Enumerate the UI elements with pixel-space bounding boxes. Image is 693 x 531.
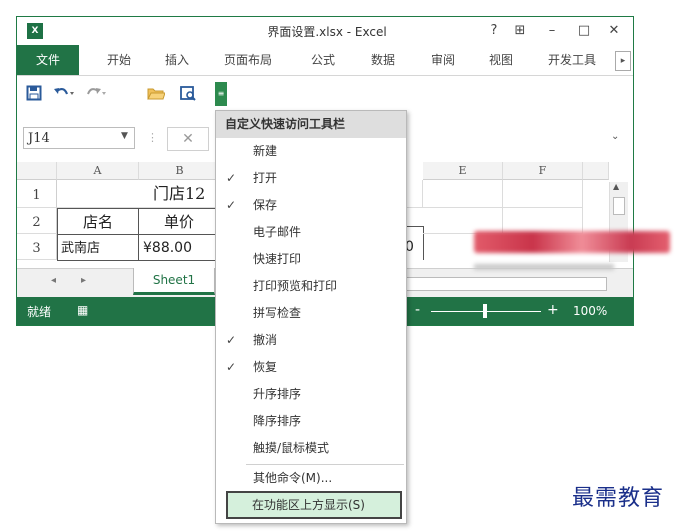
tab-formulas[interactable]: 公式 — [299, 45, 347, 75]
checkmark-icon: ✓ — [226, 171, 237, 185]
tab-file[interactable]: 文件 — [17, 45, 79, 75]
menu-item-label: 电子邮件 — [253, 225, 302, 239]
menu-item-label: 打开 — [253, 171, 278, 185]
column-header-g[interactable] — [583, 162, 609, 180]
tab-data[interactable]: 数据 — [359, 45, 407, 75]
menu-item-quick-print[interactable]: 快速打印 — [216, 246, 406, 273]
brand-watermark: 最需教育 — [572, 486, 665, 511]
cell-e1[interactable] — [423, 180, 503, 208]
sheet-prev-icon[interactable]: ◂ — [51, 275, 56, 286]
scroll-up-icon[interactable]: ▲ — [613, 182, 619, 191]
tab-scroll-right-icon[interactable]: ▸ — [615, 51, 631, 71]
checkmark-icon: ✓ — [226, 360, 237, 374]
tab-developer[interactable]: 开发工具 — [537, 45, 607, 75]
menu-item-sort-ascending[interactable]: 升序排序 — [216, 381, 406, 408]
folder-icon[interactable] — [145, 85, 167, 105]
cancel-entry-button[interactable]: ✕ — [167, 127, 209, 151]
menu-separator — [246, 464, 404, 465]
cell-b2[interactable]: 单价 — [138, 208, 220, 235]
expand-formula-bar-icon[interactable]: ⌄ — [611, 131, 619, 142]
customize-dropdown-icon[interactable]: ≡ — [215, 82, 227, 106]
floppy-icon[interactable] — [23, 85, 45, 105]
select-all-corner[interactable] — [17, 162, 57, 180]
checkmark-icon: ✓ — [226, 198, 237, 212]
menu-item-touch-mouse-mode[interactable]: 触摸/鼠标模式 — [216, 435, 406, 462]
cell-b3[interactable]: ¥88.00 — [138, 234, 220, 261]
menu-item-label: 升序排序 — [253, 387, 302, 401]
menu-item-spelling[interactable]: 拼写检查 — [216, 300, 406, 327]
maximize-button[interactable]: □ — [573, 21, 595, 41]
cell-f1[interactable] — [503, 180, 583, 208]
menu-item-label: 其他命令(M)... — [253, 471, 333, 485]
row-header-1[interactable]: 1 — [17, 180, 57, 208]
name-box-dropdown-icon[interactable]: ▼ — [121, 131, 128, 141]
tab-view[interactable]: 视图 — [477, 45, 525, 75]
menu-item-more-commands[interactable]: 其他命令(M)... — [216, 465, 406, 492]
column-header-e[interactable]: E — [423, 162, 503, 180]
zoom-level[interactable]: 100% — [573, 304, 607, 318]
menu-item-sort-descending[interactable]: 降序排序 — [216, 408, 406, 435]
checkmark-icon: ✓ — [226, 333, 237, 347]
customize-qat-menu: 自定义快速访问工具栏 新建 ✓ 打开 ✓ 保存电子邮件快速打印打印预览和打印 拼写检查 ✓ 撤… — [215, 110, 407, 524]
blurred-watermark-line — [474, 264, 614, 270]
cell-d3[interactable]: 0 — [405, 234, 423, 261]
row-header-2[interactable]: 2 — [17, 208, 57, 234]
menu-item-label: 恢复 — [253, 360, 278, 374]
menu-item-undo[interactable]: ✓ 撤消 — [216, 327, 406, 354]
excel-logo-icon: X — [27, 23, 43, 39]
zoom-out-button[interactable]: - — [415, 302, 420, 318]
menu-item-label: 降序排序 — [253, 414, 302, 428]
macro-record-icon[interactable]: ▦ — [77, 303, 88, 317]
menu-item-label: 保存 — [253, 198, 278, 212]
column-header-a[interactable]: A — [57, 162, 139, 180]
menu-item-label: 拼写检查 — [253, 306, 302, 320]
cell-a2[interactable]: 店名 — [57, 208, 139, 235]
formula-bar-grip-icon: ⋮ — [147, 131, 158, 144]
print-preview-icon[interactable] — [177, 85, 199, 105]
tab-page-layout[interactable]: 页面布局 — [213, 45, 283, 75]
zoom-slider-thumb[interactable] — [482, 304, 487, 318]
quick-access-toolbar — [17, 77, 633, 113]
menu-item-label: 在功能区上方显示(S) — [252, 498, 365, 512]
minimize-button[interactable]: – — [541, 21, 563, 41]
zoom-in-button[interactable]: + — [547, 302, 559, 318]
title-bar: X 界面设置.xlsx - Excel ? ⊞ – □ ✕ — [17, 17, 633, 45]
close-button[interactable]: ✕ — [603, 21, 625, 41]
menu-header: 自定义快速访问工具栏 — [216, 111, 406, 138]
window-title: 界面设置.xlsx - Excel — [267, 25, 387, 39]
cell-title-text: 门店12 — [153, 184, 206, 203]
column-header-b[interactable]: B — [139, 162, 221, 180]
vertical-scroll-thumb[interactable] — [613, 197, 625, 215]
row-header-3[interactable]: 3 — [17, 234, 57, 260]
menu-item-show-above-ribbon[interactable]: 在功能区上方显示(S) — [226, 491, 402, 519]
menu-item-save[interactable]: ✓ 保存 — [216, 192, 406, 219]
horizontal-scrollbar[interactable] — [405, 277, 607, 291]
name-box[interactable]: J14 — [23, 127, 135, 149]
sheet-tab-sheet1[interactable]: Sheet1 — [133, 268, 215, 295]
ribbon-display-options-button[interactable]: ⊞ — [509, 21, 531, 41]
help-button[interactable]: ? — [483, 21, 505, 41]
redo-icon[interactable] — [85, 85, 107, 105]
menu-item-new[interactable]: 新建 — [216, 138, 406, 165]
column-header-f[interactable]: F — [503, 162, 583, 180]
undo-icon[interactable] — [53, 85, 75, 105]
menu-item-label: 打印预览和打印 — [253, 279, 338, 293]
menu-item-label: 触摸/鼠标模式 — [253, 441, 330, 455]
ribbon-tabs: 文件 开始 插入 页面布局 公式 数据 审阅 视图 开发工具 ▸ — [17, 45, 633, 76]
tab-insert[interactable]: 插入 — [153, 45, 201, 75]
sheet-next-icon[interactable]: ▸ — [81, 275, 86, 286]
menu-item-open[interactable]: ✓ 打开 — [216, 165, 406, 192]
blurred-watermark — [474, 231, 670, 253]
menu-item-redo[interactable]: ✓ 恢复 — [216, 354, 406, 381]
tab-home[interactable]: 开始 — [95, 45, 143, 75]
menu-item-label: 撤消 — [253, 333, 278, 347]
tab-review[interactable]: 审阅 — [419, 45, 467, 75]
menu-item-email[interactable]: 电子邮件 — [216, 219, 406, 246]
status-ready-text: 就绪 — [27, 305, 52, 319]
menu-item-label: 新建 — [253, 144, 278, 158]
cell-a3[interactable]: 武南店 — [57, 234, 139, 261]
menu-item-print-preview[interactable]: 打印预览和打印 — [216, 273, 406, 300]
menu-item-label: 快速打印 — [253, 252, 302, 266]
